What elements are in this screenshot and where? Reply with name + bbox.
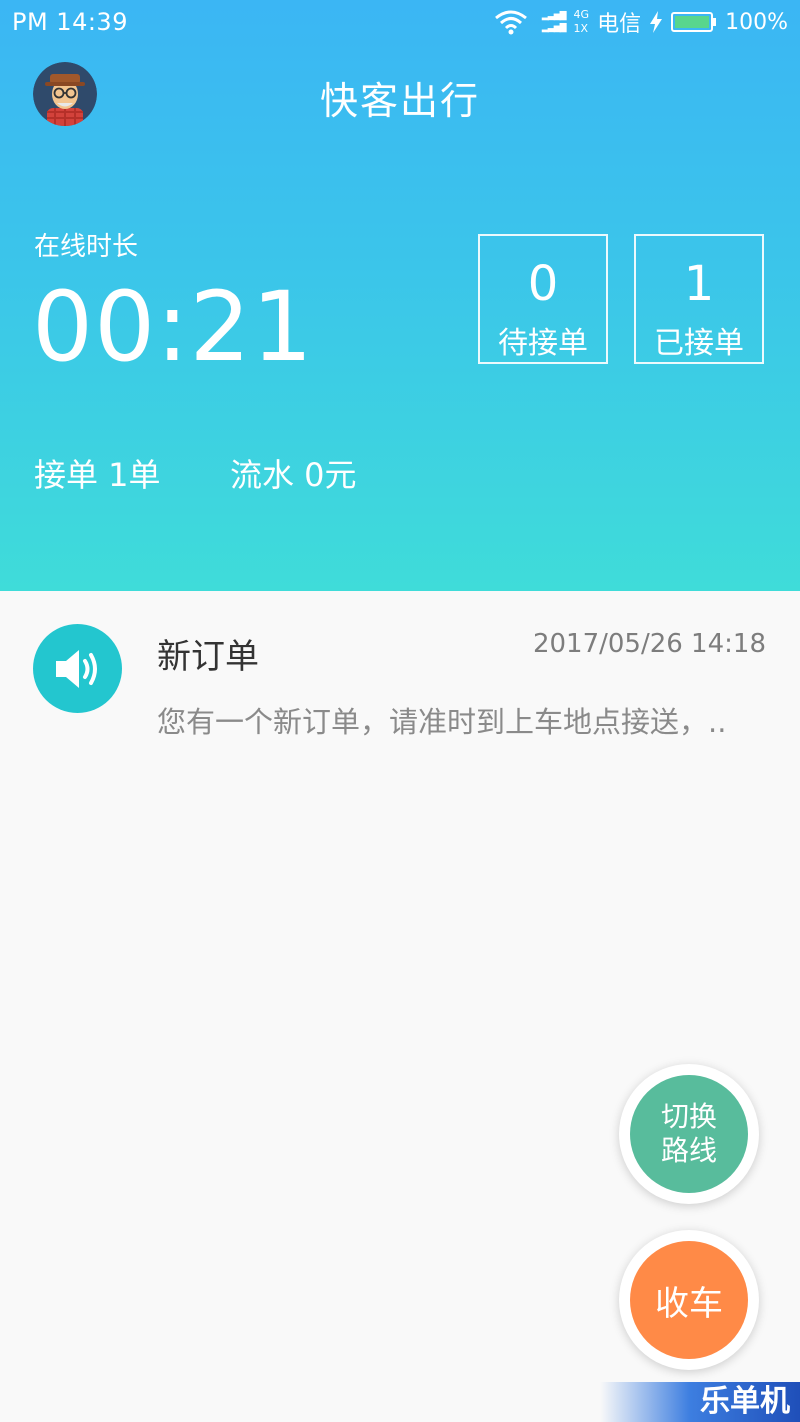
battery-percent: 100% [725, 9, 788, 35]
stop-service-label: 收车 [630, 1241, 748, 1359]
switch-route-text: 切换 路线 [660, 1100, 717, 1167]
header: PM 14:39 ▂▃▅▇ ▂▃▅▇ 4G 1X 电信 100% 快客出行 在线… [0, 0, 800, 591]
message-icon-badge [33, 624, 122, 713]
orders-summary: 接单 1单 [34, 456, 161, 494]
stop-service-text: 收车 [655, 1283, 723, 1324]
switch-route-button[interactable]: 切换 路线 [619, 1064, 759, 1204]
speaker-icon [56, 650, 97, 688]
message-time: 2017/05/26 14:18 [532, 629, 766, 659]
accepted-orders-box[interactable]: 1 已接单 [634, 234, 764, 364]
carrier-label: 电信 [597, 12, 642, 37]
message-item[interactable]: 新订单 2017/05/26 14:18 您有一个新订单，请准时到上车地点接送，… [0, 591, 800, 741]
accepted-orders-count: 1 [683, 256, 715, 312]
message-title: 新订单 [157, 637, 259, 677]
network-type: 4G 1X [574, 8, 590, 36]
stop-service-button[interactable]: 收车 [619, 1230, 759, 1370]
status-bar: PM 14:39 ▂▃▅▇ ▂▃▅▇ 4G 1X 电信 100% [0, 0, 800, 46]
status-indicators: ▂▃▅▇ ▂▃▅▇ 4G 1X 电信 100% [494, 6, 788, 38]
watermark-logo: 乐单机 [600, 1382, 800, 1422]
accepted-orders-label: 已接单 [654, 326, 744, 361]
wifi-icon [494, 10, 527, 35]
message-body: 您有一个新订单，请准时到上车地点接送，.. [157, 705, 727, 739]
charging-icon [650, 11, 663, 33]
online-duration-value: 00:21 [32, 271, 314, 383]
pending-orders-box[interactable]: 0 待接单 [478, 234, 608, 364]
app-title: 快客出行 [319, 79, 480, 123]
status-time: PM 14:39 [12, 8, 128, 36]
pending-orders-count: 0 [527, 256, 559, 312]
flow-summary: 流水 0元 [230, 456, 357, 494]
online-duration-label: 在线时长 [34, 232, 139, 262]
battery-icon [671, 12, 717, 32]
network-bottom: 1X [573, 22, 589, 35]
pending-orders-label: 待接单 [498, 326, 588, 361]
network-top: 4G [573, 8, 590, 21]
switch-route-label: 切换 路线 [630, 1075, 748, 1193]
signal-icon: ▂▃▅▇ ▂▃▅▇ [541, 11, 567, 33]
